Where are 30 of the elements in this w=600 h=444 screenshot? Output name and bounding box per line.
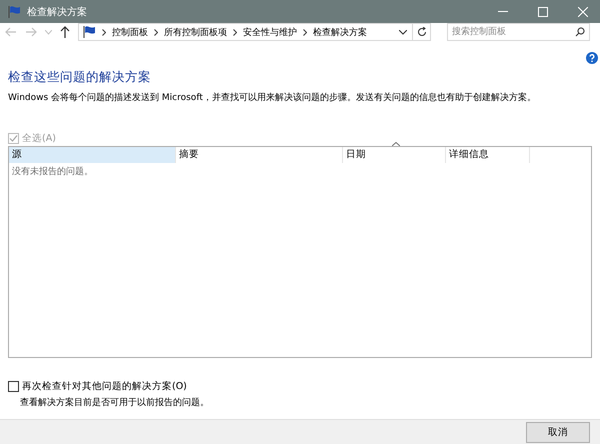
address-bar[interactable]: 控制面板 所有控制面板项 安全性与维护 检查解决方案 [78,23,413,41]
sort-icon[interactable] [392,142,400,146]
chevron-icon [102,28,106,36]
search-icon[interactable] [575,27,585,37]
breadcrumb[interactable]: 安全性与维护 [243,26,297,38]
page-heading: 检查这些问题的解决方案 [8,69,152,86]
checkbox-label[interactable]: 再次检查针对其他问题的解决方案(O) [22,380,187,393]
chevron-icon [154,28,158,36]
cancel-button[interactable]: 取消 [526,422,590,442]
column-header[interactable]: 日期 [343,147,446,163]
description-text: Windows 会将每个问题的描述发送到 Microsoft，并查找可以用来解决该问题的步骤。发送有关问题的信息也有助于创建解决方案。 [8,91,537,104]
search-field[interactable]: 搜索控制面板 [447,23,590,41]
window-title: 检查解决方案 [27,6,88,18]
column-header[interactable]: 摘要 [176,147,343,163]
column-header[interactable]: 源 [9,147,176,163]
column-header[interactable]: 详细信息 [446,147,530,163]
chevron-icon [303,28,307,36]
hint-text: 查看解决方案目前是否可用于以前报告的问题。 [20,396,210,409]
flag-icon [83,26,96,38]
help-icon[interactable] [586,52,598,64]
breadcrumb[interactable]: 检查解决方案 [313,26,367,38]
empty-message: 没有未报告的问题。 [11,166,94,179]
breadcrumb[interactable]: 控制面板 [112,26,148,38]
checkbox[interactable] [8,381,19,392]
refresh-icon[interactable] [413,23,431,41]
app-icon [8,6,21,18]
chevron-icon [233,28,237,36]
dropdown-icon[interactable] [399,30,407,34]
up-icon[interactable] [60,26,70,38]
breadcrumb[interactable]: 所有控制面板项 [164,26,227,38]
